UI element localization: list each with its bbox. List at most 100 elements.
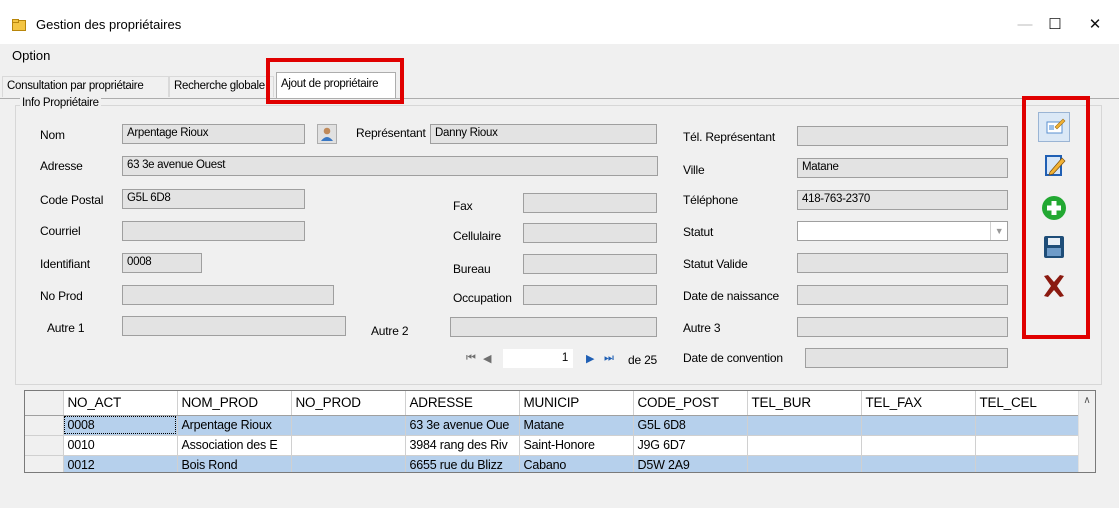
table-cell[interactable]: 63 3e avenue Oue [405, 415, 520, 436]
nav-first-icon[interactable]: ⏮ [466, 352, 476, 365]
tab-recherche-globale[interactable]: Recherche globale [169, 76, 274, 97]
menu-item-option[interactable]: Option [12, 48, 50, 63]
table-row[interactable]: 0010 Association des E 3984 rang des Riv… [25, 435, 1081, 456]
tab-consultation[interactable]: Consultation par propriétaire [2, 76, 169, 97]
bureau-field[interactable] [523, 254, 657, 274]
identifiant-field[interactable]: 0008 [122, 253, 202, 273]
nav-next-icon[interactable]: ▶ [586, 352, 594, 365]
table-cell[interactable]: Bois Rond [177, 455, 292, 472]
code-postal-field[interactable]: G5L 6D8 [122, 189, 305, 209]
add-button[interactable] [1038, 193, 1070, 223]
autre1-field[interactable] [122, 316, 346, 336]
menu-bar [0, 44, 1119, 68]
occupation-label: Occupation [453, 291, 512, 305]
adresse-label: Adresse [40, 159, 83, 173]
table-cell[interactable]: D5W 2A9 [633, 455, 748, 472]
scroll-up-arrow-icon[interactable]: ∧ [1079, 395, 1095, 406]
table-cell[interactable]: 0008 [63, 415, 178, 436]
window-app-icon [12, 19, 26, 31]
table-cell[interactable]: Arpentage Rioux [177, 415, 292, 436]
table-cell[interactable]: 6655 rue du Blizz [405, 455, 520, 472]
window-title: Gestion des propriétaires [36, 17, 182, 32]
table-cell[interactable]: 0010 [63, 435, 178, 456]
table-cell[interactable] [861, 455, 976, 472]
table-cell[interactable] [291, 455, 406, 472]
statut-select[interactable]: ▼ [797, 221, 1008, 241]
owners-grid[interactable]: NO_ACT NOM_PROD NO_PROD ADRESSE MUNICIP … [24, 390, 1096, 473]
table-cell[interactable]: Cabano [519, 455, 634, 472]
autre2-field[interactable] [450, 317, 657, 337]
nav-position-field[interactable]: 1 [503, 349, 573, 368]
table-cell[interactable]: Matane [519, 415, 634, 436]
nom-field[interactable]: Arpentage Rioux [122, 124, 305, 144]
table-cell[interactable]: Saint-Honore [519, 435, 634, 456]
table-cell[interactable] [975, 455, 1081, 472]
courriel-field[interactable] [122, 221, 305, 241]
fax-label: Fax [453, 199, 473, 213]
save-button[interactable] [1038, 232, 1070, 262]
grid-vertical-scrollbar[interactable]: ∧ [1078, 391, 1095, 472]
minimize-button[interactable]: — [1010, 12, 1040, 38]
date-naissance-field[interactable] [797, 285, 1008, 305]
col-header-code-post[interactable]: CODE_POST [633, 391, 748, 416]
edit-button[interactable] [1038, 150, 1070, 180]
col-header-tel-cel[interactable]: TEL_CEL [975, 391, 1081, 416]
table-cell[interactable] [861, 415, 976, 436]
nav-of-label: de 25 [628, 353, 658, 367]
delete-x-icon [1044, 275, 1064, 297]
date-convention-field[interactable] [805, 348, 1008, 368]
col-header-municip[interactable]: MUNICIP [519, 391, 634, 416]
representant-field[interactable]: Danny Rioux [430, 124, 657, 144]
table-cell[interactable]: G5L 6D8 [633, 415, 748, 436]
close-button[interactable]: ✕ [1080, 12, 1110, 38]
table-row[interactable]: 0012 Bois Rond 6655 rue du Blizz Cabano … [25, 455, 1081, 472]
table-cell[interactable] [291, 435, 406, 456]
fax-field[interactable] [523, 193, 657, 213]
col-header-tel-bur[interactable]: TEL_BUR [747, 391, 862, 416]
table-cell[interactable]: J9G 6D7 [633, 435, 748, 456]
save-disk-icon [1044, 236, 1064, 258]
table-cell[interactable] [975, 415, 1081, 436]
chevron-down-icon[interactable]: ▼ [990, 222, 1007, 240]
row-selector[interactable] [25, 415, 64, 436]
autre3-field[interactable] [797, 317, 1008, 337]
col-header-adresse[interactable]: ADRESSE [405, 391, 520, 416]
cellulaire-label: Cellulaire [453, 229, 502, 243]
delete-button[interactable] [1038, 271, 1070, 301]
table-cell[interactable] [291, 415, 406, 436]
date-convention-label: Date de convention [683, 351, 783, 365]
table-cell[interactable] [975, 435, 1081, 456]
tel-representant-field[interactable] [797, 126, 1008, 146]
occupation-field[interactable] [523, 285, 657, 305]
no-prod-field[interactable] [122, 285, 334, 305]
col-header-no-prod[interactable]: NO_PROD [291, 391, 406, 416]
table-cell[interactable]: 0012 [63, 455, 178, 472]
table-cell[interactable]: Association des E [177, 435, 292, 456]
ville-field[interactable]: Matane [797, 158, 1008, 178]
edit-card-button[interactable] [1038, 112, 1070, 142]
person-icon [321, 127, 333, 141]
table-cell[interactable]: 3984 rang des Riv [405, 435, 520, 456]
nav-prev-icon[interactable]: ◀ [483, 352, 491, 365]
contact-lookup-button[interactable] [317, 124, 337, 144]
cellulaire-field[interactable] [523, 223, 657, 243]
row-selector[interactable] [25, 455, 64, 472]
table-cell[interactable] [861, 435, 976, 456]
table-cell[interactable] [747, 415, 862, 436]
statut-valide-field[interactable] [797, 253, 1008, 273]
autre1-label: Autre 1 [47, 321, 85, 335]
nav-last-icon[interactable]: ⏭ [604, 352, 614, 365]
telephone-field[interactable]: 418-763-2370 [797, 190, 1008, 210]
row-header-corner [25, 391, 64, 416]
col-header-tel-fax[interactable]: TEL_FAX [861, 391, 976, 416]
adresse-field[interactable]: 63 3e avenue Ouest [122, 156, 658, 176]
table-cell[interactable] [747, 455, 862, 472]
col-header-no-act[interactable]: NO_ACT [63, 391, 178, 416]
maximize-button[interactable]: ☐ [1040, 12, 1070, 38]
row-selector[interactable] [25, 435, 64, 456]
statut-valide-label: Statut Valide [683, 257, 748, 271]
col-header-nom-prod[interactable]: NOM_PROD [177, 391, 292, 416]
code-postal-label: Code Postal [40, 193, 104, 207]
table-cell[interactable] [747, 435, 862, 456]
table-row[interactable]: 0008 Arpentage Rioux 63 3e avenue Oue Ma… [25, 415, 1081, 436]
